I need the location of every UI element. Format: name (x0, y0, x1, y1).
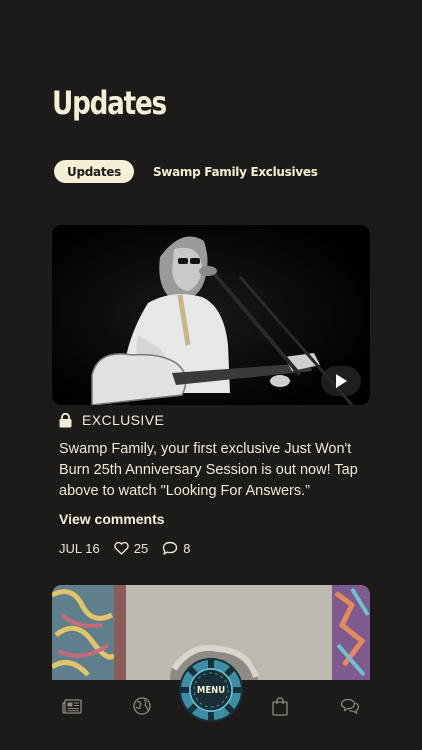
like-button[interactable] (114, 541, 129, 555)
globe-icon (133, 697, 151, 715)
page-title: Updates (52, 84, 167, 122)
play-button[interactable] (321, 366, 361, 396)
play-icon (336, 374, 347, 388)
post-text: Swamp Family, your first exclusive Just … (59, 441, 358, 499)
lock-icon (59, 412, 72, 427)
nav-shop[interactable] (268, 694, 292, 718)
menu-label: MENU (196, 684, 226, 696)
chat-icon (340, 698, 360, 714)
tab-swamp-family-exclusives[interactable]: Swamp Family Exclusives (140, 160, 331, 183)
nav-chat[interactable] (338, 694, 362, 718)
heart-icon (114, 541, 129, 555)
comment-button[interactable] (162, 541, 178, 556)
exclusive-badge: EXCLUSIVE (59, 412, 164, 428)
bag-icon (272, 696, 288, 716)
exclusive-label: EXCLUSIVE (82, 412, 165, 428)
tab-updates[interactable]: Updates (54, 160, 134, 183)
comment-count: 8 (183, 540, 191, 556)
post-meta: JUL 16 25 8 (59, 540, 190, 556)
view-comments-link[interactable]: View comments (59, 511, 165, 527)
like-count: 25 (133, 540, 149, 556)
menu-button[interactable]: MENU (179, 658, 243, 722)
nav-news[interactable] (60, 694, 84, 718)
post-date: JUL 16 (59, 540, 100, 556)
news-icon (62, 698, 82, 714)
tab-bar: Updates Swamp Family Exclusives (54, 160, 331, 183)
nav-tour[interactable] (130, 694, 154, 718)
comment-icon (162, 541, 178, 555)
